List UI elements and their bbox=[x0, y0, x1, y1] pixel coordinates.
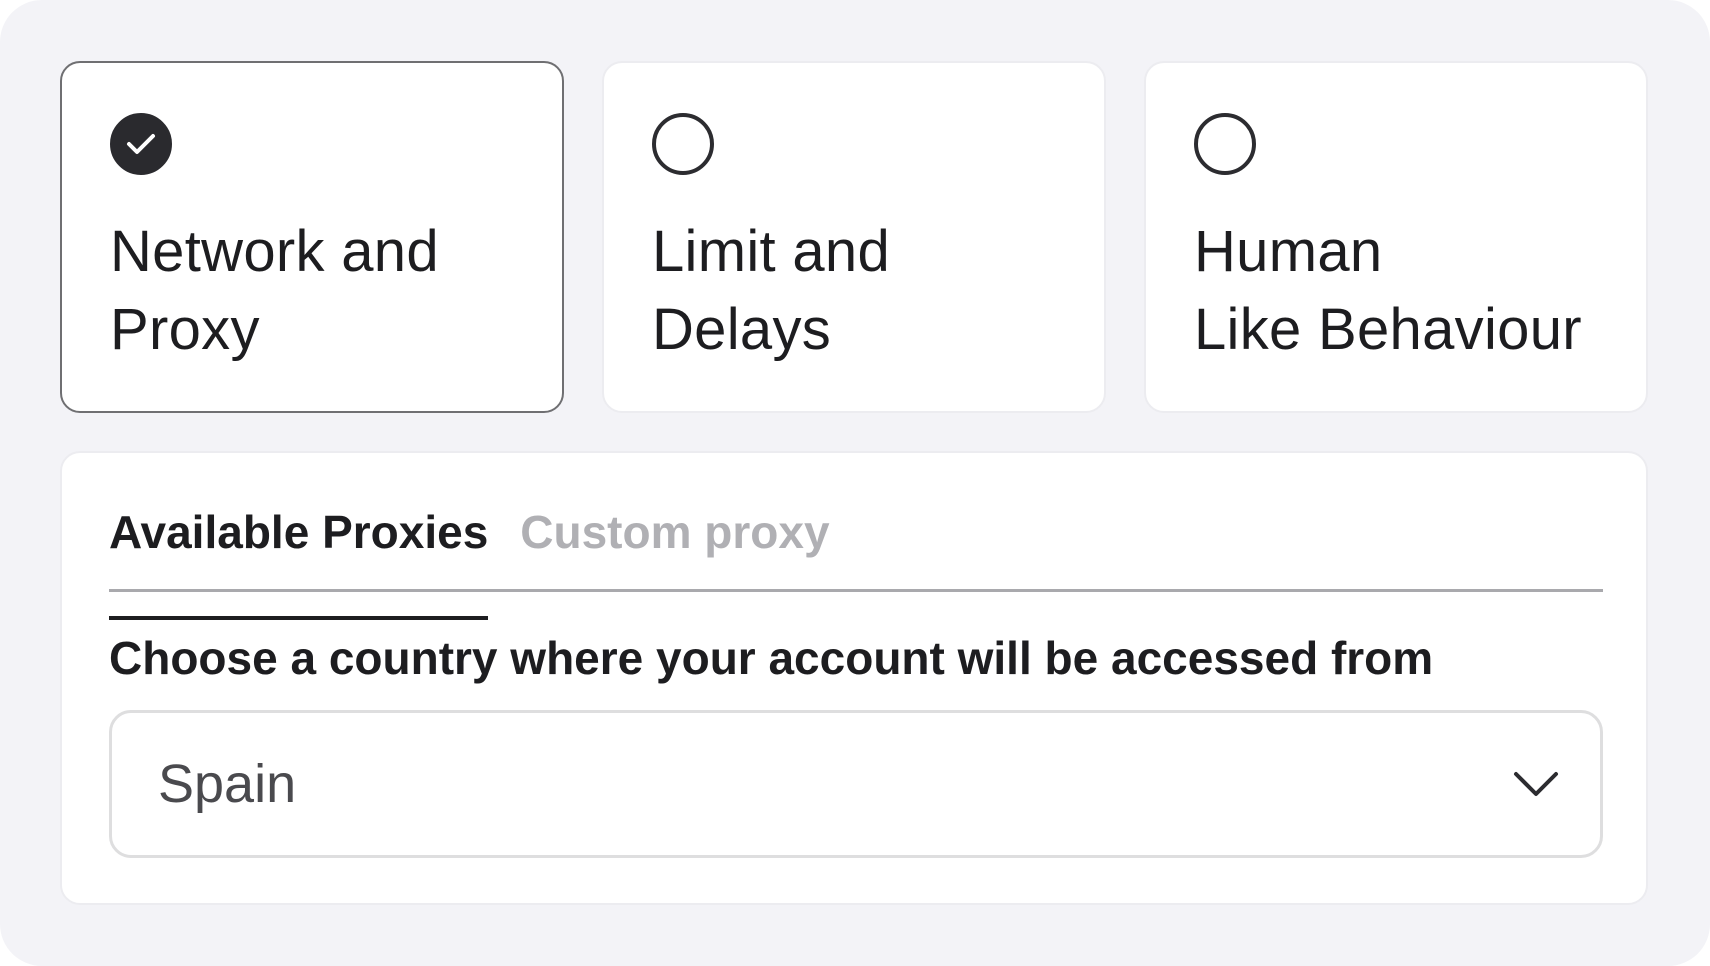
option-label: Limit and Delays bbox=[652, 219, 891, 362]
tab-custom-proxy[interactable]: Custom proxy bbox=[520, 503, 829, 589]
country-select-value: Spain bbox=[158, 754, 297, 814]
settings-panel: Network and Proxy Limit and Delays Human… bbox=[0, 0, 1710, 966]
settings-category-options: Network and Proxy Limit and Delays Human… bbox=[60, 61, 1648, 413]
country-field-label: Choose a country where your account will… bbox=[109, 632, 1434, 684]
option-label: Human Like Behaviour bbox=[1194, 219, 1582, 362]
option-human-behaviour[interactable]: Human Like Behaviour bbox=[1144, 61, 1648, 413]
option-limit-delays[interactable]: Limit and Delays bbox=[602, 61, 1106, 413]
chevron-down-icon bbox=[1514, 772, 1558, 796]
country-select[interactable]: Spain bbox=[109, 710, 1603, 858]
option-label: Network and Proxy bbox=[110, 219, 439, 362]
option-network-proxy[interactable]: Network and Proxy bbox=[60, 61, 564, 413]
empty-circle-icon bbox=[1194, 113, 1256, 175]
check-circle-icon bbox=[110, 113, 172, 175]
proxy-settings-card: Available Proxies Custom proxy Choose a … bbox=[60, 451, 1648, 905]
proxy-tabs: Available Proxies Custom proxy bbox=[109, 503, 1603, 620]
check-mark-icon bbox=[127, 134, 155, 154]
tab-available-proxies[interactable]: Available Proxies bbox=[109, 503, 489, 620]
empty-circle-icon bbox=[652, 113, 714, 175]
